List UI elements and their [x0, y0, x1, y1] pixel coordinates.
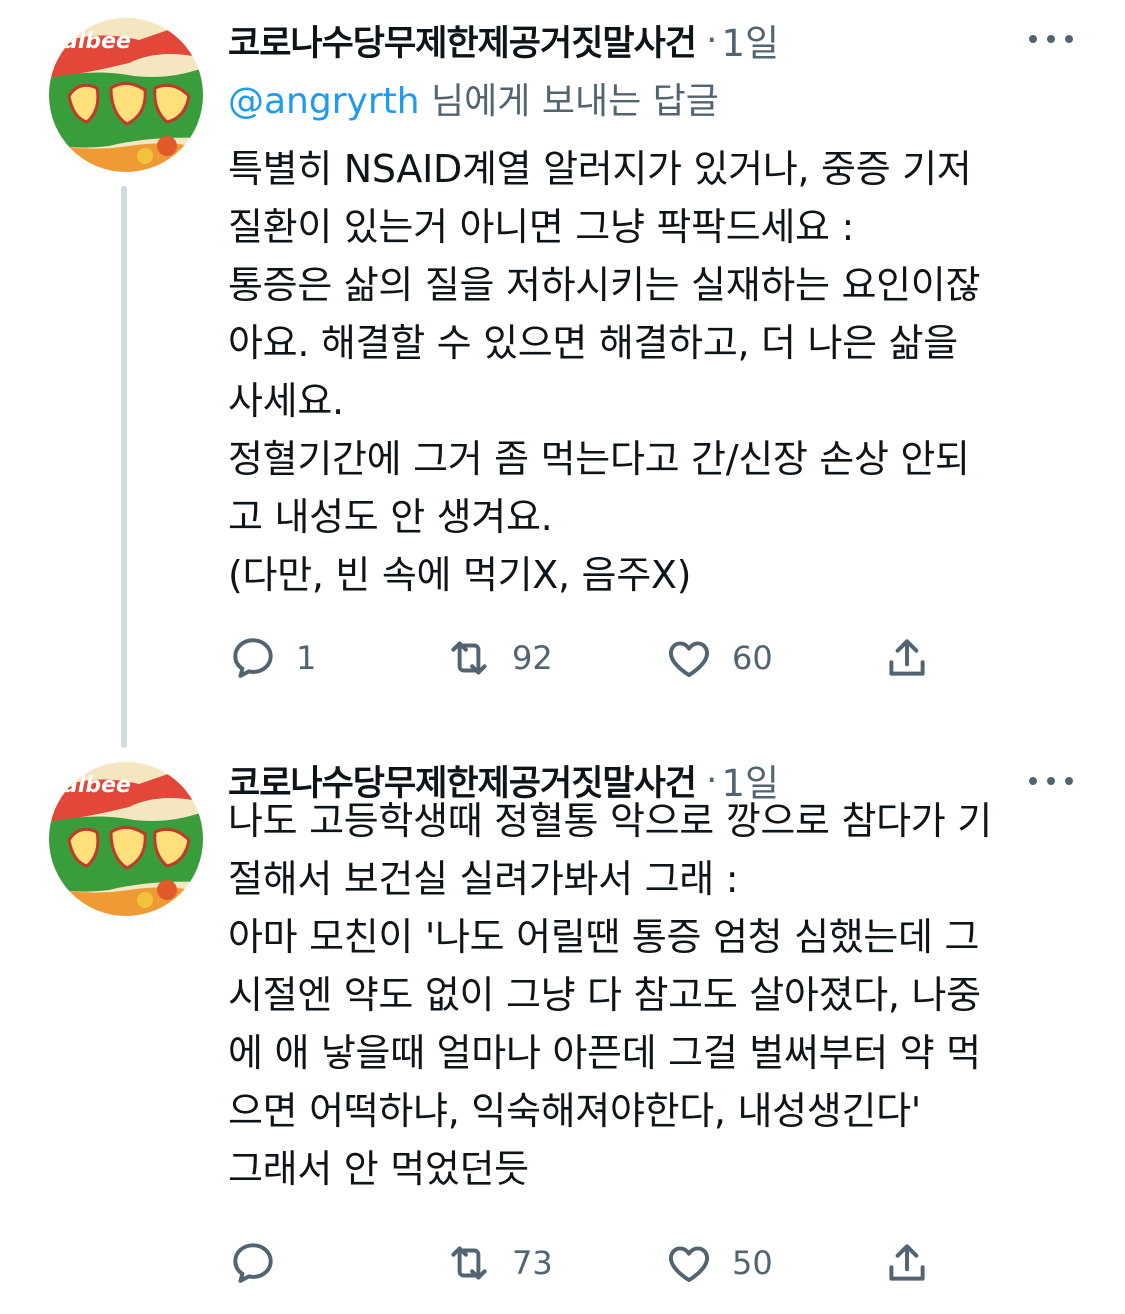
tweet-text-line: 고 내성도 안 생겨요.	[228, 495, 553, 539]
tweet-text-line: 특별히 NSAID계열 알러지가 있거나, 중증 기저	[228, 147, 972, 191]
svg-text:albee: albee	[63, 773, 131, 798]
tweet-actions: 1 92 60	[228, 628, 988, 688]
share-button[interactable]	[882, 1233, 932, 1293]
tweet-text-line: 으면 어떡하냐, 익숙해져야한다, 내성생긴다'	[228, 1089, 921, 1133]
share-icon	[889, 639, 925, 676]
reply-count: 1	[296, 639, 317, 677]
tweet-actions: 73 50	[228, 1233, 988, 1293]
avatar[interactable]: albee	[49, 18, 203, 172]
tweet-text-line: 시절엔 약도 없이 그냥 다 참고도 살아졌다, 나중	[228, 973, 981, 1017]
reply-button[interactable]: 1	[228, 628, 316, 688]
reply-icon	[233, 638, 273, 678]
avatar[interactable]: albee	[49, 762, 203, 916]
retweet-button[interactable]: 73	[444, 1233, 553, 1293]
svg-text:albee: albee	[63, 29, 131, 54]
tweet-text-line: 통증은 삶의 질을 저하시키는 실재하는 요인이잖	[228, 263, 981, 307]
share-icon	[889, 1244, 925, 1281]
tweet[interactable]: albee 코로나수당무제한제공거짓말사건 · 1일 @angryrth 님에게…	[0, 0, 1125, 748]
tweet-header: 코로나수당무제한제공거짓말사건 · 1일	[228, 12, 779, 68]
more-icon[interactable]	[1029, 33, 1073, 45]
retweet-count: 73	[512, 1244, 553, 1282]
tweet-text-line: 정혈기간에 그거 좀 먹는다고 간/신장 손상 안되	[228, 437, 970, 481]
display-name[interactable]: 코로나수당무제한제공거짓말사건	[228, 15, 697, 66]
tweet-text-line: 아마 모친이 '나도 어릴땐 통증 엄청 심했는데 그	[228, 915, 980, 959]
reply-context: @angryrth 님에게 보내는 답글	[228, 72, 719, 124]
avatar-image: albee	[49, 18, 203, 172]
like-icon	[668, 1246, 710, 1283]
tweet-text: 특별히 NSAID계열 알러지가 있거나, 중증 기저 질환이 있는거 아니면 …	[228, 140, 1088, 604]
tweet-text: 나도 고등학생때 정혈통 악으로 깡으로 참다가 기 절해서 보건실 실려가봐서…	[228, 792, 1088, 1198]
like-count: 50	[732, 1244, 773, 1282]
avatar-image: albee	[49, 762, 203, 916]
tweet-text-line: 절해서 보건실 실려가봐서 그래 :	[228, 857, 739, 901]
retweet-button[interactable]: 92	[444, 628, 553, 688]
reply-suffix: 님에게 보내는 답글	[419, 81, 719, 122]
timestamp[interactable]: 1일	[721, 13, 779, 67]
like-icon	[668, 641, 710, 678]
tweet-text-line: 아요. 해결할 수 있으면 해결하고, 더 나은 삶을	[228, 321, 958, 365]
tweet-text-line: 에 애 낳을때 얼마나 아픈데 그걸 벌써부터 약 먹	[228, 1031, 981, 1075]
like-button[interactable]: 50	[664, 1233, 773, 1293]
retweet-count: 92	[512, 639, 553, 677]
share-button[interactable]	[882, 628, 932, 688]
retweet-icon	[451, 641, 487, 675]
reply-icon	[233, 1243, 273, 1283]
tweet-text-line: 그래서 안 먹었던듯	[228, 1147, 529, 1191]
like-count: 60	[732, 639, 773, 677]
reply-button[interactable]	[228, 1233, 296, 1293]
retweet-icon	[451, 1246, 487, 1280]
reply-handle-link[interactable]: @angryrth	[228, 81, 420, 122]
tweet-text-line: 질환이 있는거 아니면 그냥 팍팍드세요 :	[228, 205, 854, 249]
like-button[interactable]: 60	[664, 628, 773, 688]
more-icon[interactable]	[1029, 775, 1073, 787]
tweet-text-line: 나도 고등학생때 정혈통 악으로 깡으로 참다가 기	[228, 799, 992, 843]
separator-dot: ·	[706, 19, 718, 61]
thread-line	[121, 186, 127, 748]
tweet-text-line: 사세요.	[228, 379, 344, 423]
tweet-text-line: (다만, 빈 속에 먹기X, 음주X)	[228, 553, 692, 597]
tweet[interactable]: albee 코로나수당무제한제공거짓말사건 · 1일 나도 고등학생때 정혈통 …	[0, 740, 1125, 1314]
